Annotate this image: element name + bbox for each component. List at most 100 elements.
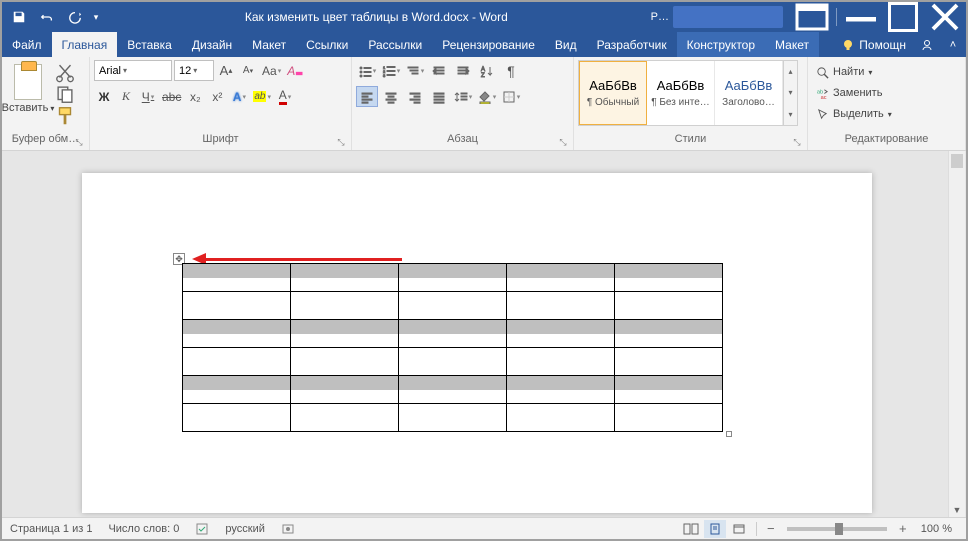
redo-button[interactable]	[62, 4, 88, 30]
tab-table-design[interactable]: Конструктор	[677, 32, 765, 57]
collapse-ribbon-button[interactable]: ˄	[940, 32, 966, 57]
macro-button[interactable]	[273, 518, 303, 539]
tab-file[interactable]: Файл	[2, 32, 52, 57]
numbering-button[interactable]: 123▾	[380, 60, 402, 81]
group-styles: АаБбВв ¶ Обычный АаБбВв ¶ Без инте… АаБб…	[574, 57, 808, 150]
cut-button[interactable]	[54, 62, 76, 82]
show-marks-button[interactable]: ¶	[500, 60, 522, 81]
tell-me[interactable]: Помощн	[833, 32, 914, 57]
underline-button[interactable]: Ч▾	[138, 86, 158, 107]
table-row[interactable]	[183, 292, 723, 320]
tab-review[interactable]: Рецензирование	[432, 32, 545, 57]
style-no-spacing[interactable]: АаБбВв ¶ Без инте…	[647, 61, 715, 125]
paste-button[interactable]: Вставить▾	[6, 60, 50, 114]
minimize-button[interactable]	[840, 2, 882, 32]
maximize-button[interactable]	[882, 2, 924, 32]
tab-view[interactable]: Вид	[545, 32, 587, 57]
tell-me-label: Помощн	[859, 38, 906, 52]
line-spacing-button[interactable]: ▾	[452, 86, 474, 107]
tab-table-layout[interactable]: Макет	[765, 32, 819, 57]
scroll-down-arrow[interactable]: ▼	[949, 505, 965, 515]
strikethrough-button[interactable]: abc	[160, 86, 183, 107]
shading-button[interactable]: ▾	[476, 86, 498, 107]
lightbulb-icon	[841, 38, 855, 52]
clear-formatting-button[interactable]: A	[285, 60, 307, 81]
read-mode-button[interactable]	[680, 520, 702, 538]
font-color-button[interactable]: A▾	[275, 86, 295, 107]
zoom-level[interactable]: 100 %	[913, 523, 960, 535]
font-launcher[interactable]: ⤡	[335, 136, 347, 148]
bullets-button[interactable]: ▾	[356, 60, 378, 81]
tab-developer[interactable]: Разработчик	[587, 32, 677, 57]
print-layout-button[interactable]	[704, 520, 726, 538]
table-row[interactable]	[183, 376, 723, 404]
table-row[interactable]	[183, 320, 723, 348]
decrease-indent-button[interactable]	[428, 60, 450, 81]
document-table[interactable]	[182, 263, 723, 432]
sort-button[interactable]: AZ	[476, 60, 498, 81]
find-button[interactable]: Найти▾	[812, 62, 896, 82]
change-case-button[interactable]: Aa▾	[260, 60, 283, 81]
subscript-button[interactable]: x₂	[185, 86, 205, 107]
file-badge[interactable]: P…	[647, 11, 673, 23]
increase-indent-button[interactable]	[452, 60, 474, 81]
zoom-knob[interactable]	[835, 523, 843, 535]
language-indicator[interactable]: русский	[217, 518, 272, 539]
web-layout-button[interactable]	[728, 520, 750, 538]
table-row[interactable]	[183, 404, 723, 432]
select-button[interactable]: Выделить▾	[812, 104, 896, 124]
multilevel-button[interactable]: ▾	[404, 60, 426, 81]
zoom-slider[interactable]	[787, 527, 887, 531]
undo-button[interactable]	[34, 4, 60, 30]
scrollbar-thumb[interactable]	[951, 154, 963, 168]
vertical-scrollbar[interactable]: ▼	[948, 151, 965, 517]
italic-button[interactable]: К	[116, 86, 136, 107]
shrink-font-button[interactable]: A▾	[238, 60, 258, 81]
user-account[interactable]	[673, 6, 783, 28]
superscript-button[interactable]: x²	[207, 86, 227, 107]
style-normal[interactable]: АаБбВв ¶ Обычный	[579, 61, 647, 125]
align-left-button[interactable]	[356, 86, 378, 107]
table-resize-handle[interactable]	[726, 431, 732, 437]
share-button[interactable]	[914, 32, 940, 57]
zoom-in-button[interactable]: +	[895, 521, 911, 536]
tab-layout[interactable]: Макет	[242, 32, 296, 57]
tab-design[interactable]: Дизайн	[182, 32, 242, 57]
close-button[interactable]	[924, 2, 966, 32]
style-heading1[interactable]: АаБбВв Заголово…	[715, 61, 783, 125]
table-row[interactable]	[183, 264, 723, 292]
align-right-button[interactable]	[404, 86, 426, 107]
group-editing: Найти▾ abac Заменить Выделить▾ Редактиро…	[808, 57, 966, 150]
bold-button[interactable]: Ж	[94, 86, 114, 107]
styles-more-button[interactable]: ▴▾▾	[783, 61, 797, 125]
font-size-combo[interactable]: 12▾	[174, 60, 214, 81]
tab-home[interactable]: Главная	[52, 32, 118, 57]
zoom-out-button[interactable]: −	[763, 521, 779, 536]
ribbon-options-button[interactable]	[791, 2, 833, 32]
table-row[interactable]	[183, 348, 723, 376]
align-center-button[interactable]	[380, 86, 402, 107]
styles-launcher[interactable]: ⤡	[791, 136, 803, 148]
spellcheck-button[interactable]	[187, 518, 217, 539]
page-indicator[interactable]: Страница 1 из 1	[2, 518, 100, 539]
document-area: ✥ ▼	[2, 151, 966, 517]
clipboard-launcher[interactable]: ⤡	[73, 136, 85, 148]
qat-customize[interactable]: ▾	[90, 4, 102, 30]
word-count[interactable]: Число слов: 0	[100, 518, 187, 539]
tab-references[interactable]: Ссылки	[296, 32, 358, 57]
grow-font-button[interactable]: A▴	[216, 60, 236, 81]
format-painter-button[interactable]	[54, 106, 76, 126]
spellcheck-icon	[195, 522, 209, 536]
justify-button[interactable]	[428, 86, 450, 107]
save-button[interactable]	[6, 4, 32, 30]
tab-insert[interactable]: Вставка	[117, 32, 182, 57]
copy-button[interactable]	[54, 84, 76, 104]
replace-button[interactable]: abac Заменить	[812, 83, 896, 103]
borders-button[interactable]: ▾	[500, 86, 522, 107]
tab-mailings[interactable]: Рассылки	[358, 32, 432, 57]
page[interactable]: ✥	[82, 173, 872, 513]
text-effects-button[interactable]: A▾	[229, 86, 249, 107]
font-name-combo[interactable]: Arial▾	[94, 60, 172, 81]
paragraph-launcher[interactable]: ⤡	[557, 136, 569, 148]
highlight-button[interactable]: ab▾	[251, 86, 273, 107]
